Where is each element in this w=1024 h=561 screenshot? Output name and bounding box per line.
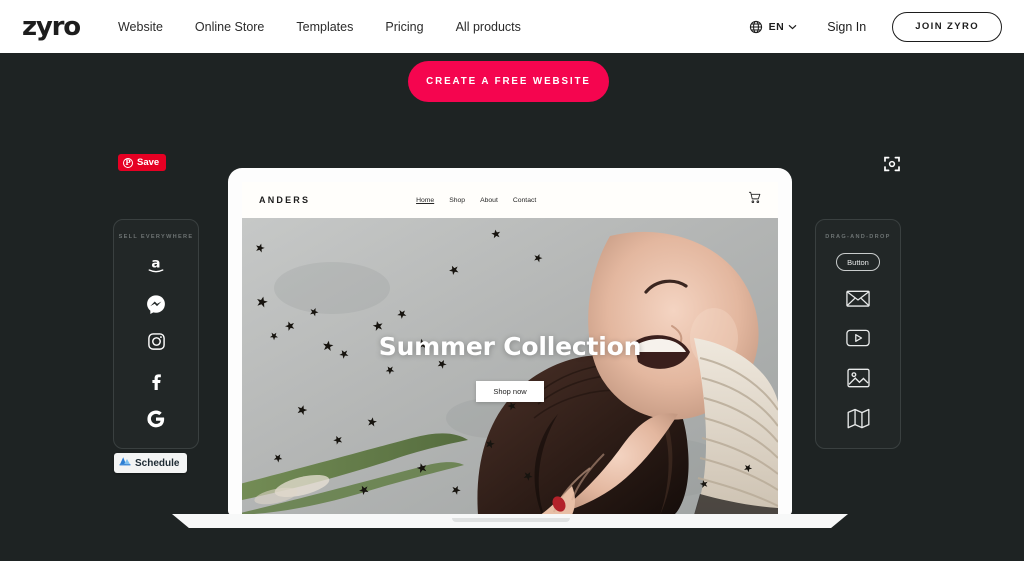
hero-shop-now-button[interactable]: Shop now (476, 380, 544, 402)
facebook-icon[interactable] (143, 367, 169, 393)
preview-site-nav: Home Shop About Contact (416, 197, 536, 204)
language-selector[interactable]: EN (749, 20, 798, 34)
schedule-label: Schedule (135, 457, 180, 469)
sell-everywhere-panel: SELL EVERYWHERE a (113, 219, 199, 449)
preview-nav-home[interactable]: Home (416, 197, 434, 204)
nav-link-templates[interactable]: Templates (296, 20, 353, 34)
svg-text:a: a (151, 256, 160, 272)
preview-nav-shop[interactable]: Shop (449, 197, 465, 204)
chevron-down-icon (784, 24, 797, 30)
schedule-button[interactable]: Schedule (114, 453, 188, 473)
instagram-icon[interactable] (143, 329, 169, 355)
sell-everywhere-items: a (114, 240, 198, 448)
top-navigation-bar: zyro Website Online Store Templates Pric… (0, 0, 1024, 53)
email-icon[interactable] (845, 285, 871, 311)
nav-link-pricing[interactable]: Pricing (385, 20, 423, 34)
nav-link-online-store[interactable]: Online Store (195, 20, 264, 34)
pinterest-icon: P (123, 157, 133, 168)
fullscreen-expand-icon[interactable] (882, 154, 902, 174)
preview-site-header: ANDERS Home Shop About Contact (242, 182, 778, 218)
video-icon[interactable] (845, 325, 871, 351)
nav-right-cluster: EN Sign In JOIN ZYRO (749, 11, 1002, 42)
schedule-icon (119, 454, 131, 472)
nav-link-website[interactable]: Website (118, 20, 163, 34)
hero-title: Summer Collection (378, 331, 642, 361)
main-nav-links: Website Online Store Templates Pricing A… (118, 20, 553, 34)
create-free-website-button[interactable]: CREATE A FREE WEBSITE (408, 61, 609, 102)
google-icon[interactable] (143, 406, 169, 432)
preview-site-brand: ANDERS (259, 195, 311, 205)
page-root: zyro Website Online Store Templates Pric… (0, 0, 1024, 561)
nav-link-all-products[interactable]: All products (456, 20, 521, 34)
language-label: EN (768, 20, 785, 33)
pinterest-save-button[interactable]: P Save (118, 154, 167, 171)
preview-nav-contact[interactable]: Contact (513, 197, 536, 204)
messenger-icon[interactable] (143, 291, 169, 317)
shopping-cart-icon[interactable] (748, 191, 761, 209)
map-icon[interactable] (845, 405, 871, 431)
pinterest-save-label: Save (137, 157, 160, 168)
drag-and-drop-panel: DRAG-AND-DROP Button (815, 219, 901, 449)
join-zyro-button[interactable]: JOIN ZYRO (892, 11, 1002, 42)
preview-nav-about[interactable]: About (480, 197, 498, 204)
zyro-logo[interactable]: zyro (22, 12, 81, 42)
image-icon[interactable] (845, 365, 871, 391)
preview-hero-section: Summer Collection Shop now (242, 218, 778, 515)
button-element[interactable]: Button (836, 253, 880, 271)
laptop-notch (452, 518, 570, 522)
sign-in-link[interactable]: Sign In (827, 20, 866, 34)
amazon-icon[interactable]: a (143, 252, 169, 278)
globe-icon (749, 20, 763, 34)
drag-and-drop-items: Button (816, 240, 900, 448)
hero-overlay: Summer Collection Shop now (242, 218, 778, 515)
laptop-screen-preview: ANDERS Home Shop About Contact Summer Co… (242, 182, 778, 515)
